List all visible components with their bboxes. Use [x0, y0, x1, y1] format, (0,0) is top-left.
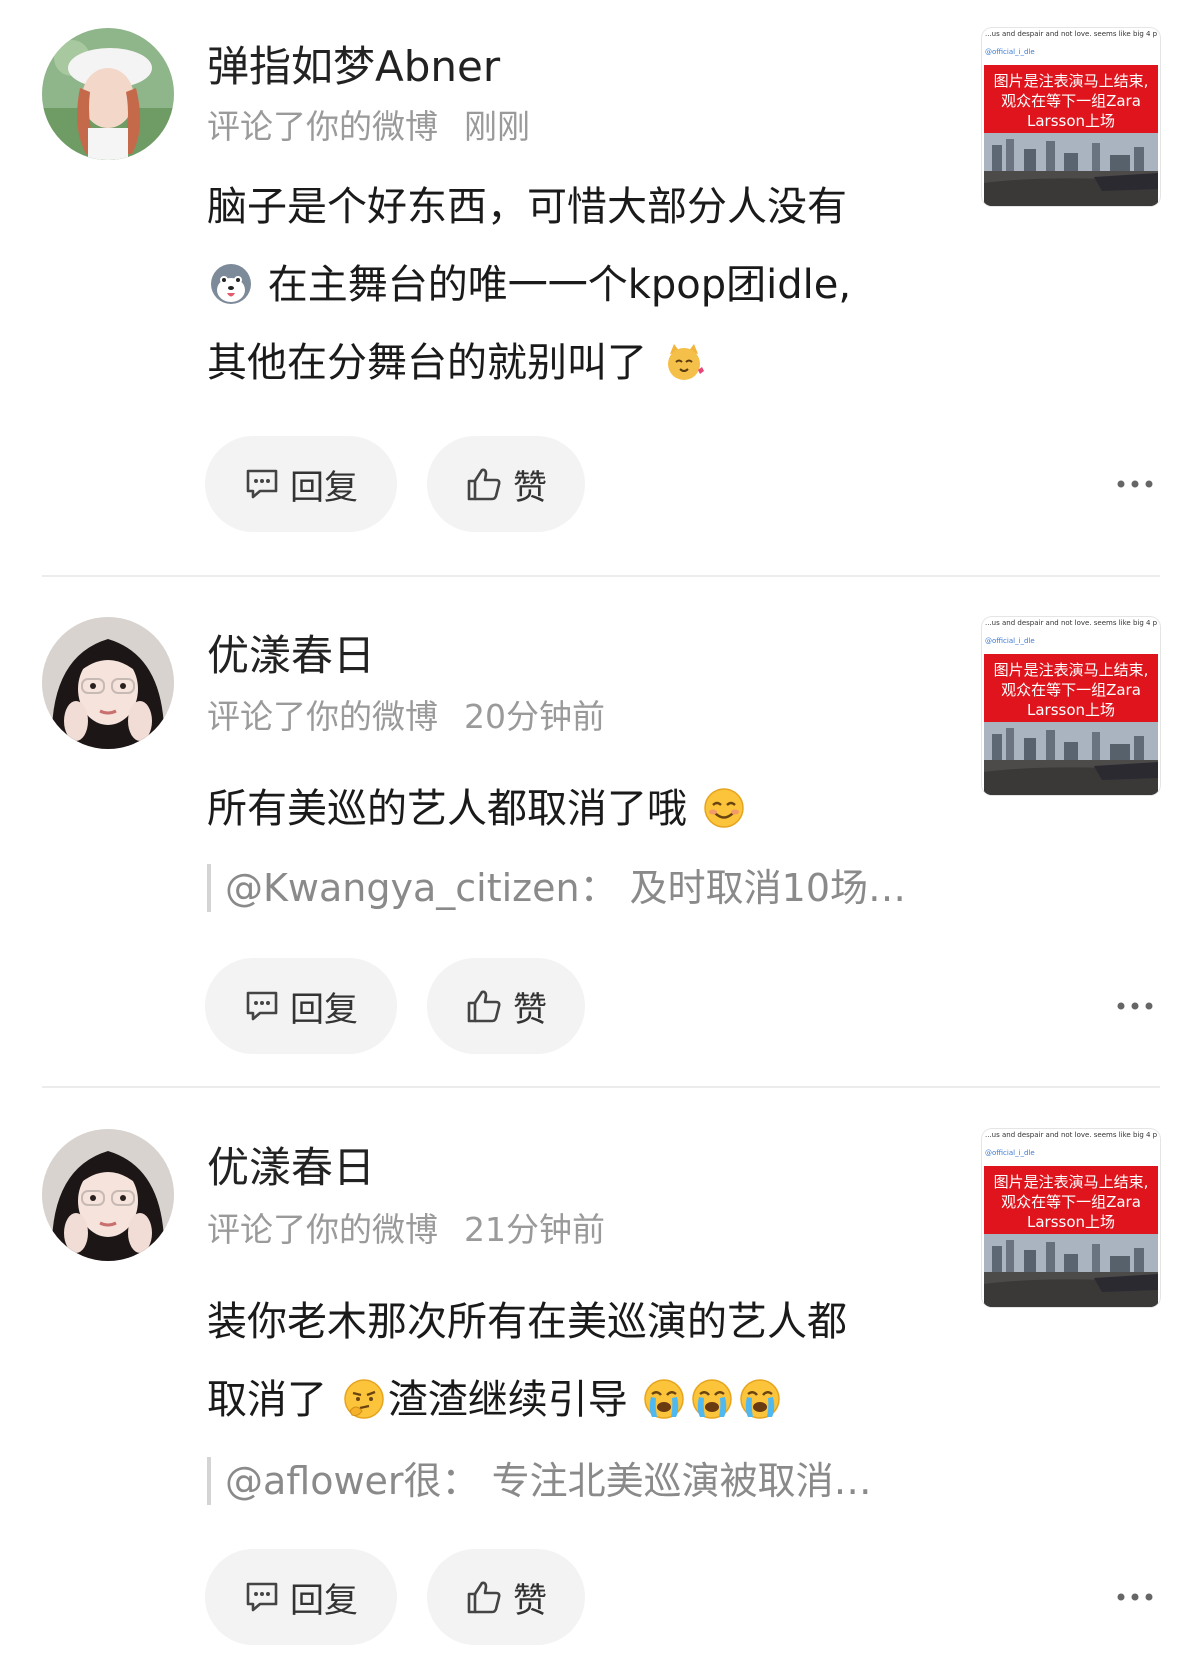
- thumbnail-handle: @official_i_dle: [985, 1149, 1035, 1157]
- reply-label: 回复: [290, 989, 358, 1030]
- thumbs-up-icon: [467, 990, 501, 1023]
- comment-line: 取消了 渣渣继续引导: [207, 1361, 947, 1439]
- thumbs-up-icon: [467, 468, 501, 501]
- more-options-button[interactable]: [1105, 988, 1165, 1024]
- quoted-comment[interactable]: @Kwangya_citizen： 及时取消10场…: [207, 864, 955, 912]
- notification-feed: 弹指如梦Abner 评论了你的微博 刚刚 脑子是个好东西，可惜大部分人没有 在主舞…: [0, 0, 1200, 1666]
- comment-line: 其他在分舞台的就别叫了: [207, 324, 947, 402]
- like-button[interactable]: 赞: [427, 436, 585, 532]
- more-dots-icon: [1117, 480, 1153, 488]
- thumbnail-caption: ...us and despair and not love. seems li…: [985, 30, 1157, 38]
- thumbnail-red-line: Larsson上场: [1026, 1213, 1116, 1231]
- action-text: 评论了你的微博: [207, 107, 438, 146]
- crying-emoji-icon: [692, 1379, 733, 1419]
- action-text: 评论了你的微博: [207, 1210, 438, 1249]
- concert-photo: [984, 1234, 1158, 1307]
- comment-body: 所有美巡的艺人都取消了哦: [207, 770, 947, 848]
- concert-photo: [984, 722, 1158, 795]
- thumbnail-handle: @official_i_dle: [985, 637, 1035, 645]
- comment-line-text: 所有美巡的艺人都取消了哦: [207, 786, 687, 832]
- weibo-thumbnail[interactable]: ...us and despair and not love. seems li…: [982, 617, 1160, 795]
- more-options-button[interactable]: [1105, 1579, 1165, 1615]
- crying-emoji-icon: [740, 1379, 781, 1419]
- comment-actions: 回复 赞: [205, 1549, 1165, 1645]
- comment-body: 装你老木那次所有在美巡演的艺人都 取消了 渣渣继续引导: [207, 1283, 947, 1439]
- comment-line: 所有美巡的艺人都取消了哦: [207, 770, 947, 848]
- comment-bubble-icon: [246, 469, 278, 499]
- thumbnail-red-line: 观众在等下一组Zara: [1001, 1193, 1141, 1211]
- comment-body: 脑子是个好东西，可惜大部分人没有 在主舞台的唯一一个kpop团idle, 其他在…: [207, 168, 947, 402]
- thumbnail-caption: ...us and despair and not love. seems li…: [985, 619, 1157, 627]
- username[interactable]: 弹指如梦Abner: [207, 40, 500, 94]
- reply-label: 回复: [290, 1580, 358, 1621]
- avatar-image: [42, 617, 174, 749]
- comment-bubble-icon: [246, 1582, 278, 1612]
- divider: [42, 1086, 1160, 1088]
- username[interactable]: 优漾春日: [207, 629, 375, 683]
- avatar-image: [42, 28, 174, 160]
- avatar[interactable]: [42, 1129, 174, 1261]
- like-label: 赞: [513, 467, 547, 508]
- timestamp: 21分钟前: [464, 1210, 605, 1249]
- comment-line: 在主舞台的唯一一个kpop团idle,: [207, 246, 947, 324]
- like-label: 赞: [513, 1580, 547, 1621]
- thumbnail-red-caption: 图片是注表演马上结束, 观众在等下一组Zara Larsson上场: [984, 65, 1158, 133]
- like-button[interactable]: 赞: [427, 958, 585, 1054]
- comment-bubble-icon: [246, 991, 278, 1021]
- crying-emoji-icon: [644, 1379, 685, 1419]
- reply-label: 回复: [290, 467, 358, 508]
- comment-actions: 回复 赞: [205, 436, 1165, 532]
- comment-meta: 评论了你的微博 20分钟前: [207, 696, 605, 738]
- more-dots-icon: [1117, 1002, 1153, 1010]
- comment-line-text: 在主舞台的唯一一个kpop团idle,: [267, 262, 852, 308]
- reply-button[interactable]: 回复: [205, 436, 397, 532]
- comment-line: 装你老木那次所有在美巡演的艺人都: [207, 1283, 947, 1361]
- reply-button[interactable]: 回复: [205, 958, 397, 1054]
- thumbnail-red-line: Larsson上场: [1026, 112, 1116, 130]
- thumbnail-red-line: 观众在等下一组Zara: [1001, 92, 1141, 110]
- weibo-thumbnail[interactable]: ...us and despair and not love. seems li…: [982, 1129, 1160, 1307]
- comment-line-text: 取消了: [207, 1377, 327, 1423]
- avatar[interactable]: [42, 28, 174, 160]
- reply-button[interactable]: 回复: [205, 1549, 397, 1645]
- timestamp: 20分钟前: [464, 697, 605, 736]
- thinking-emoji-icon: [343, 1379, 384, 1419]
- thumbnail-red-caption: 图片是注表演马上结束, 观众在等下一组Zara Larsson上场: [984, 1166, 1158, 1234]
- thumbnail-red-caption: 图片是注表演马上结束, 观众在等下一组Zara Larsson上场: [984, 654, 1158, 722]
- comment-line-text: 脑子是个好东西，可惜大部分人没有: [207, 184, 847, 230]
- comment-meta: 评论了你的微博 刚刚: [207, 106, 530, 148]
- avatar-image: [42, 1129, 174, 1261]
- thumbnail-red-line: 图片是注表演马上结束,: [993, 661, 1149, 679]
- thumbnail-red-line: 观众在等下一组Zara: [1001, 681, 1141, 699]
- divider: [42, 575, 1160, 577]
- thumbnail-red-line: 图片是注表演马上结束,: [993, 1173, 1149, 1191]
- thumbnail-red-line: 图片是注表演马上结束,: [993, 72, 1149, 90]
- smile-emoji-icon: [703, 788, 744, 828]
- weibo-thumbnail[interactable]: ...us and despair and not love. seems li…: [982, 28, 1160, 206]
- thumbnail-handle: @official_i_dle: [985, 48, 1035, 56]
- comment-line: 脑子是个好东西，可惜大部分人没有: [207, 168, 947, 246]
- husky-emoji-icon: [211, 264, 251, 304]
- more-options-button[interactable]: [1105, 466, 1165, 502]
- avatar[interactable]: [42, 617, 174, 749]
- like-label: 赞: [513, 989, 547, 1030]
- more-dots-icon: [1117, 1593, 1153, 1601]
- action-text: 评论了你的微博: [207, 697, 438, 736]
- quoted-comment[interactable]: @aflower很： 专注北美巡演被取消…: [207, 1457, 955, 1505]
- comment-actions: 回复 赞: [205, 958, 1165, 1054]
- timestamp: 刚刚: [464, 107, 530, 146]
- cat-emoji-icon: [667, 344, 704, 380]
- concert-photo: [984, 133, 1158, 206]
- username[interactable]: 优漾春日: [207, 1141, 375, 1195]
- comment-line-text: 装你老木那次所有在美巡演的艺人都: [207, 1299, 847, 1345]
- comment-line-text: 其他在分舞台的就别叫了: [207, 340, 647, 386]
- like-button[interactable]: 赞: [427, 1549, 585, 1645]
- comment-line-text: 渣渣继续引导: [387, 1377, 628, 1423]
- thumbnail-red-line: Larsson上场: [1026, 701, 1116, 719]
- thumbnail-caption: ...us and despair and not love. seems li…: [985, 1131, 1157, 1139]
- thumbs-up-icon: [467, 1581, 501, 1614]
- comment-meta: 评论了你的微博 21分钟前: [207, 1209, 605, 1251]
